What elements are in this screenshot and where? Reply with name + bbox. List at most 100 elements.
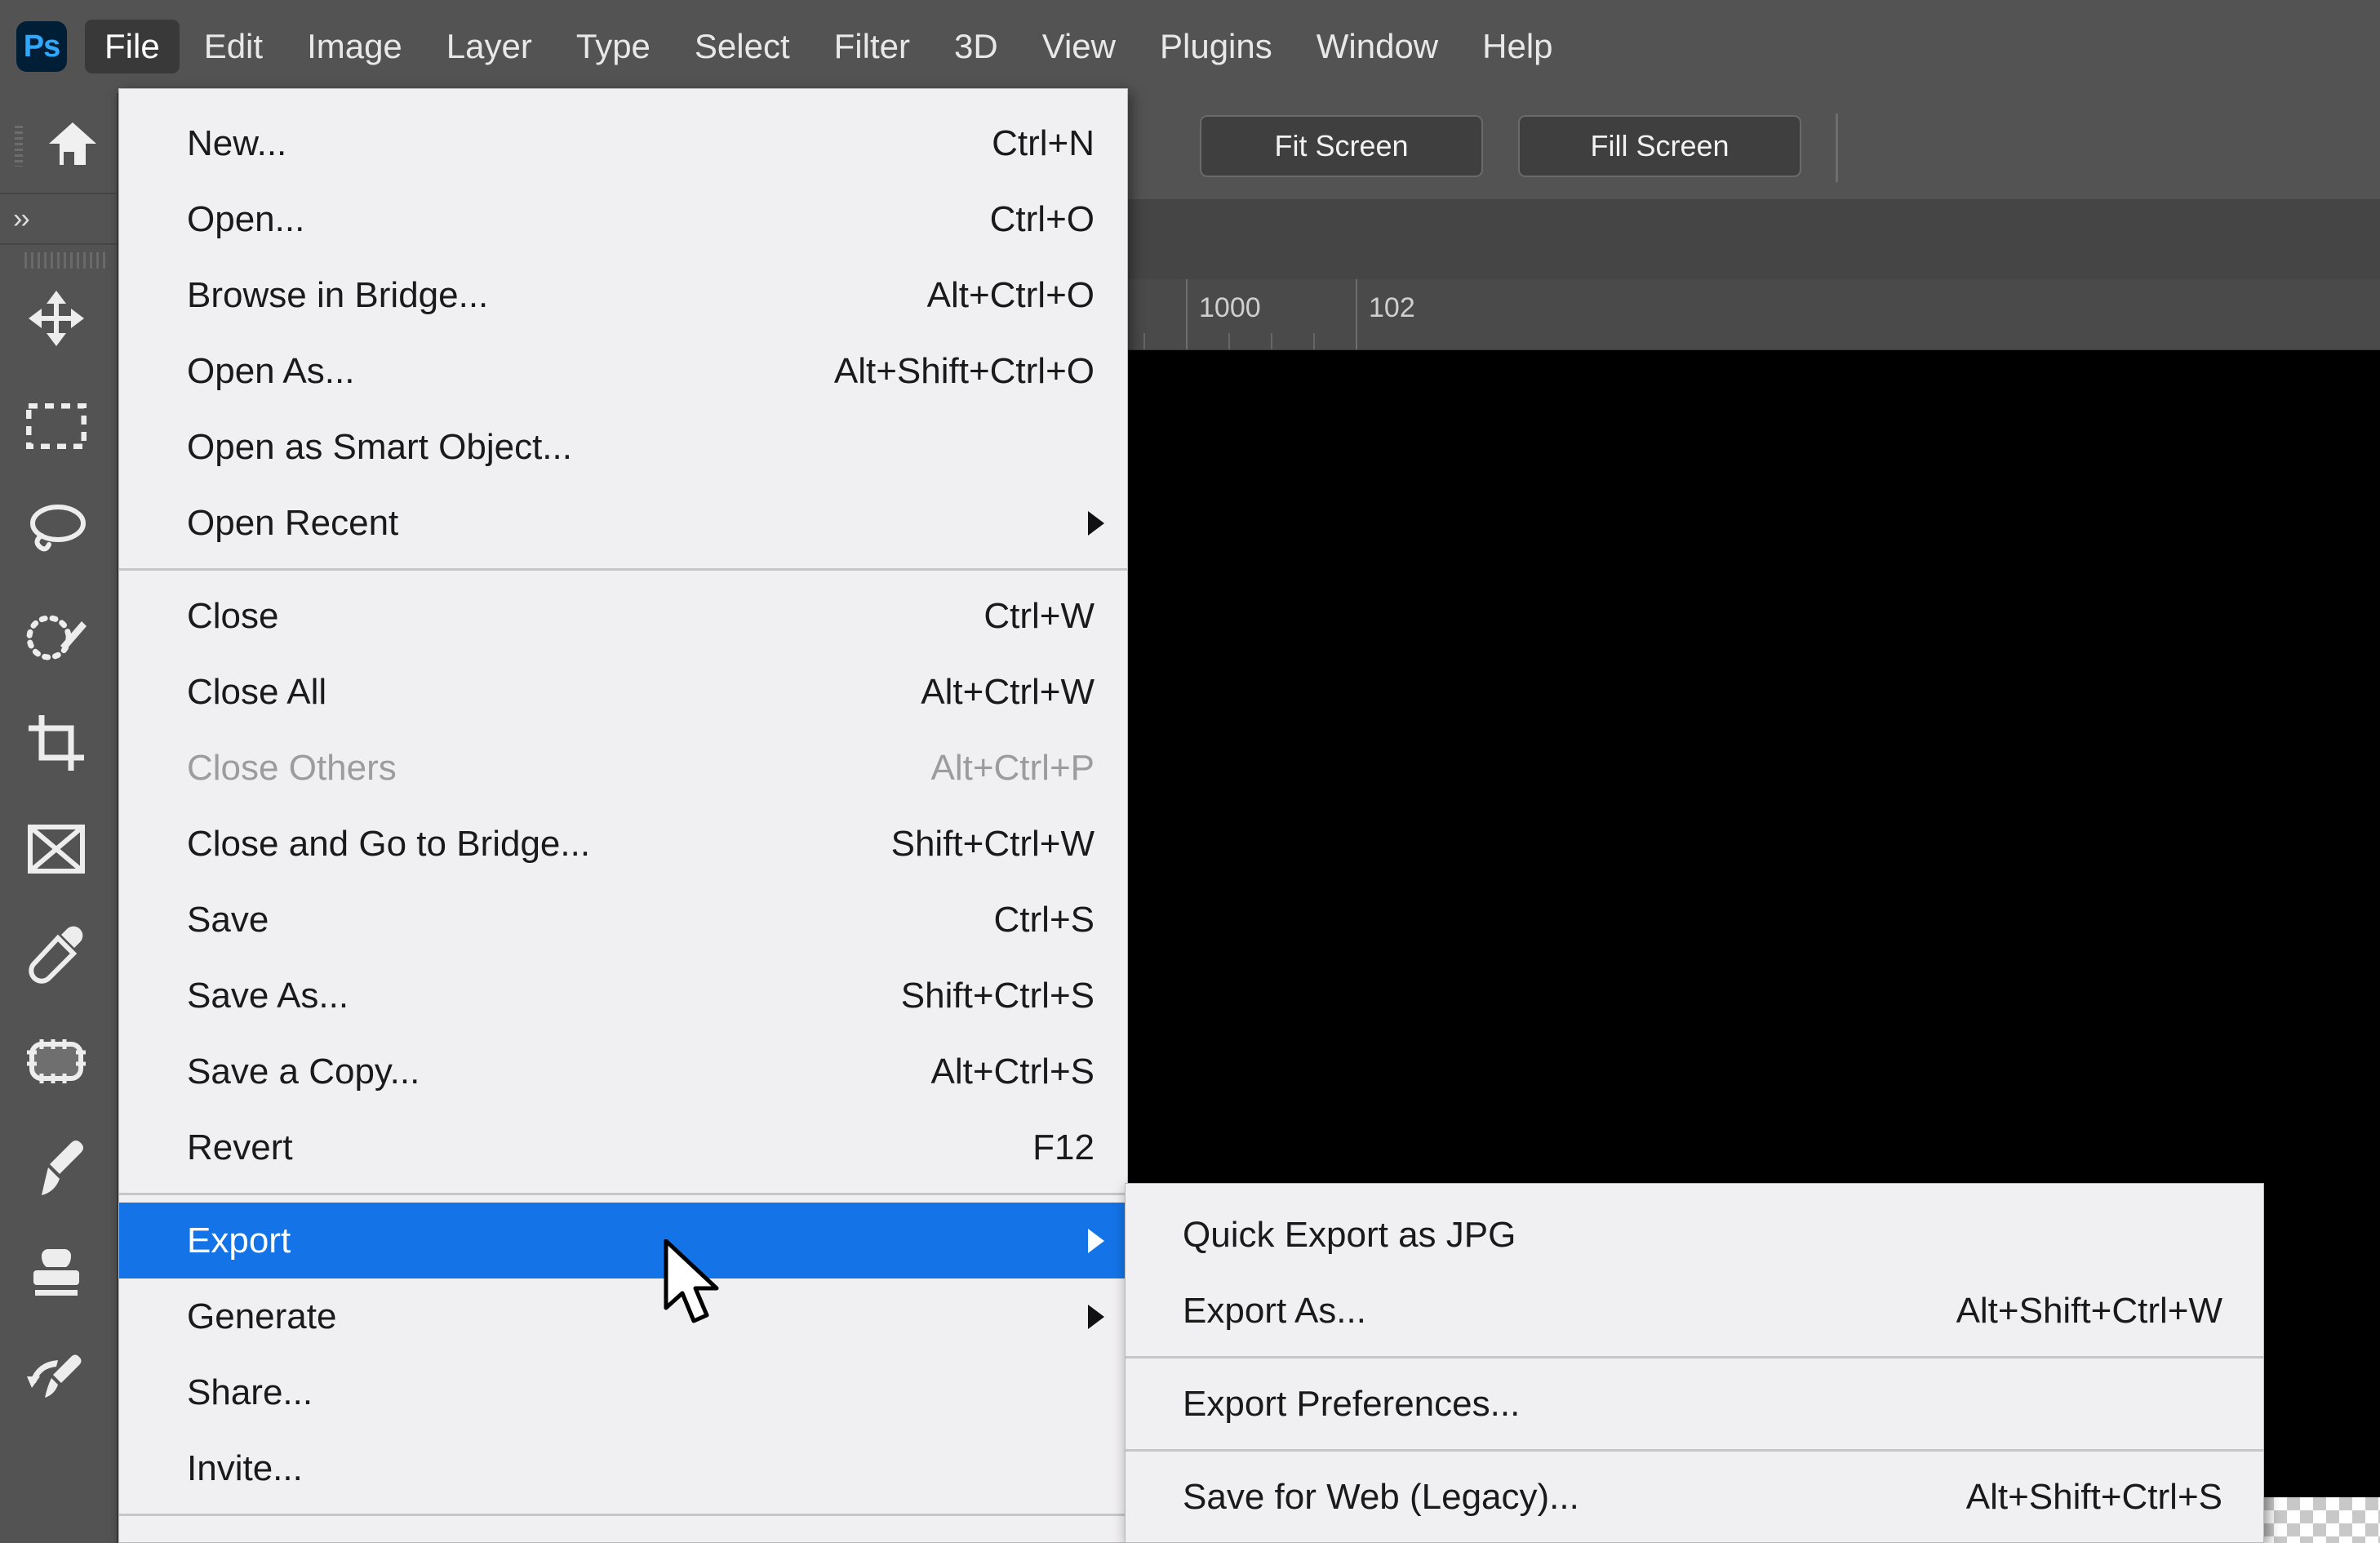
object-selection-tool[interactable] — [11, 593, 101, 681]
menu-item-label: Revert — [187, 1127, 293, 1167]
menu-select[interactable]: Select — [675, 20, 810, 73]
clone-stamp-icon — [27, 1246, 86, 1305]
clone-stamp-tool[interactable] — [11, 1231, 101, 1319]
ruler-label: 1000 — [1199, 292, 1261, 323]
menu-item-new[interactable]: New... Ctrl+N — [119, 105, 1127, 181]
menu-item-quick-export-as-jpg[interactable]: Quick Export as JPG — [1126, 1197, 2263, 1273]
menu-item-shortcut: Shift+Ctrl+W — [890, 823, 1095, 864]
menu-item-open-as[interactable]: Open As... Alt+Shift+Ctrl+O — [119, 333, 1127, 409]
menu-item-shortcut: Alt+Ctrl+S — [930, 1051, 1095, 1092]
frame-tool[interactable] — [11, 805, 101, 893]
menu-item-label: Save — [187, 899, 269, 940]
menu-item-open[interactable]: Open... Ctrl+O — [119, 181, 1127, 257]
menu-item-save-a-copy[interactable]: Save a Copy... Alt+Ctrl+S — [119, 1034, 1127, 1109]
fit-screen-button[interactable]: Fit Screen — [1200, 115, 1483, 177]
menu-separator — [1126, 1449, 2263, 1452]
menu-item-label: Invite... — [187, 1447, 303, 1488]
menu-item-label: Open As... — [187, 350, 355, 391]
menu-item-save-for-web-legacy[interactable]: Save for Web (Legacy)... Alt+Shift+Ctrl+… — [1126, 1459, 2263, 1535]
menu-item-label: Save As... — [187, 975, 349, 1016]
menu-type[interactable]: Type — [557, 20, 670, 73]
expand-tools-button[interactable]: ›› — [0, 194, 117, 245]
menu-item-close-and-go-to-bridge[interactable]: Close and Go to Bridge... Shift+Ctrl+W — [119, 806, 1127, 882]
menu-item-shortcut: F12 — [1032, 1127, 1095, 1167]
lasso-icon — [25, 502, 87, 556]
menu-filter[interactable]: Filter — [815, 20, 930, 73]
menu-item-label: Generate — [187, 1296, 337, 1336]
menu-item-shortcut: Alt+Shift+Ctrl+S — [1965, 1476, 2222, 1517]
menu-item-close-others: Close Others Alt+Ctrl+P — [119, 730, 1127, 806]
menu-item-label: Share... — [187, 1372, 313, 1412]
menu-bar: Ps File Edit Image Layer Type Select Fil… — [0, 0, 2380, 93]
menu-item-invite[interactable]: Invite... — [119, 1430, 1127, 1506]
menu-item-label: Open Recent — [187, 502, 399, 543]
options-divider-2 — [1836, 113, 1838, 182]
crop-icon — [27, 714, 86, 772]
home-icon — [47, 119, 98, 168]
quick-selection-icon — [24, 610, 88, 664]
tools-panel: ›› — [0, 93, 118, 1543]
menu-item-export[interactable]: Export — [119, 1203, 1127, 1278]
menu-separator — [119, 1193, 1127, 1195]
menu-item-close[interactable]: Close Ctrl+W — [119, 578, 1127, 654]
menu-edit[interactable]: Edit — [184, 20, 282, 73]
menu-item-export-preferences[interactable]: Export Preferences... — [1126, 1366, 2263, 1442]
fill-screen-button[interactable]: Fill Screen — [1518, 115, 1801, 177]
move-tool[interactable] — [11, 274, 101, 362]
menu-item-label: Close and Go to Bridge... — [187, 823, 591, 864]
menu-item-label: New... — [187, 122, 287, 163]
menu-item-save-as[interactable]: Save As... Shift+Ctrl+S — [119, 958, 1127, 1034]
menu-item-label: Save for Web (Legacy)... — [1183, 1476, 1579, 1517]
move-icon — [27, 289, 86, 348]
brush-icon — [27, 1140, 86, 1198]
menu-item-generate[interactable]: Generate — [119, 1278, 1127, 1354]
menu-item-label: Open... — [187, 198, 305, 239]
menu-item-export-as[interactable]: Export As... Alt+Shift+Ctrl+W — [1126, 1273, 2263, 1349]
menu-file[interactable]: File — [85, 20, 180, 73]
panel-grip — [15, 126, 23, 167]
menu-help[interactable]: Help — [1463, 20, 1572, 73]
menu-item-label: Save a Copy... — [187, 1051, 420, 1092]
crop-tool[interactable] — [11, 699, 101, 787]
menu-view[interactable]: View — [1023, 20, 1135, 73]
menu-item-open-recent[interactable]: Open Recent — [119, 485, 1127, 561]
menu-separator — [119, 1514, 1127, 1516]
eyedropper-icon — [27, 926, 86, 985]
menu-item-label: Close Others — [187, 747, 397, 788]
ruler-label: 102 — [1369, 292, 1415, 323]
menu-item-label: Close — [187, 595, 279, 636]
menu-layer[interactable]: Layer — [427, 20, 552, 73]
menu-item-close-all[interactable]: Close All Alt+Ctrl+W — [119, 654, 1127, 730]
chevron-right-icon — [1088, 1228, 1104, 1253]
history-brush-tool[interactable] — [11, 1337, 101, 1425]
menu-image[interactable]: Image — [287, 20, 422, 73]
menu-item-shortcut: Shift+Ctrl+S — [900, 975, 1095, 1016]
home-button[interactable] — [0, 93, 117, 194]
chevron-right-icon — [1088, 1304, 1104, 1329]
menu-plugins[interactable]: Plugins — [1140, 20, 1292, 73]
menu-item-shortcut: Ctrl+S — [993, 899, 1095, 940]
history-brush-icon — [25, 1352, 87, 1411]
menu-item-browse-in-bridge[interactable]: Browse in Bridge... Alt+Ctrl+O — [119, 257, 1127, 333]
menu-item-label: Export — [187, 1220, 291, 1261]
menu-item-search-adobe-stock[interactable]: Search Adobe Stock... — [119, 1523, 1127, 1543]
eyedropper-tool[interactable] — [11, 911, 101, 999]
rectangular-marquee-tool[interactable] — [11, 382, 101, 470]
menu-item-label: Export Preferences... — [1183, 1383, 1521, 1424]
menu-window[interactable]: Window — [1297, 20, 1458, 73]
menu-item-share[interactable]: Share... — [119, 1354, 1127, 1430]
patch-tool[interactable] — [11, 1017, 101, 1105]
menu-3d[interactable]: 3D — [935, 20, 1018, 73]
menu-item-shortcut: Ctrl+W — [984, 595, 1095, 636]
menu-separator — [119, 568, 1127, 571]
toolbar-grip — [24, 252, 106, 269]
patch-icon — [25, 1038, 87, 1085]
menu-item-open-as-smart-object[interactable]: Open as Smart Object... — [119, 409, 1127, 485]
menu-item-label: Open as Smart Object... — [187, 426, 572, 467]
brush-tool[interactable] — [11, 1125, 101, 1213]
frame-icon — [27, 824, 86, 874]
menu-item-save[interactable]: Save Ctrl+S — [119, 882, 1127, 958]
photoshop-logo-icon: Ps — [16, 21, 67, 72]
lasso-tool[interactable] — [11, 485, 101, 573]
menu-item-revert[interactable]: Revert F12 — [119, 1109, 1127, 1185]
